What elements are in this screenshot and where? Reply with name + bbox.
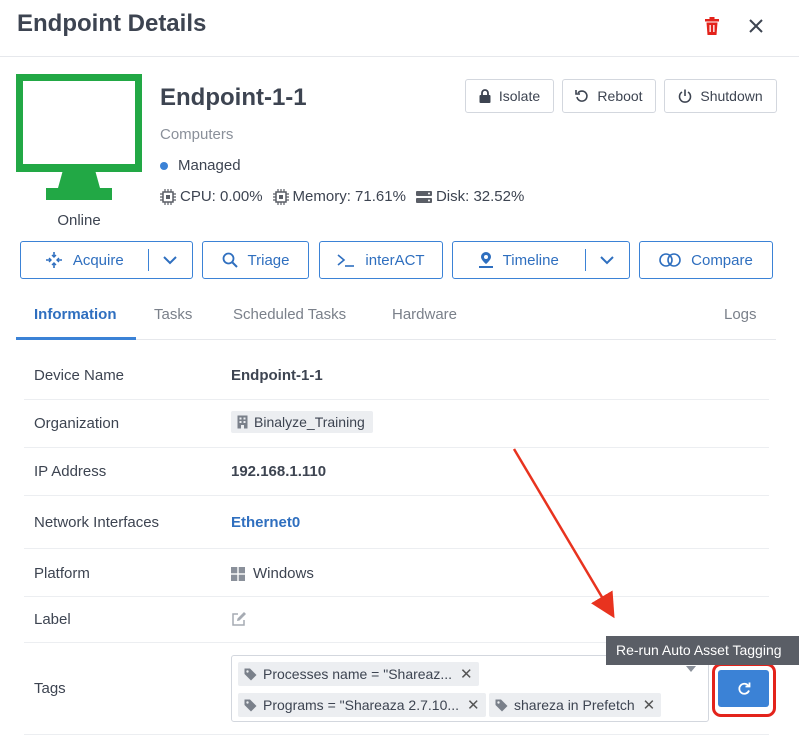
ip-address-label: IP Address	[34, 463, 107, 480]
info-row-organization: Organization Binalyze_Training	[24, 400, 769, 448]
tag-chip: Processes name = "Shareaz... ✕	[238, 662, 479, 686]
cpu-icon	[160, 188, 176, 205]
tag-chip: Programs = "Shareaza 2.7.10... ✕	[238, 693, 486, 717]
remove-tag-close-icon[interactable]: ✕	[643, 696, 656, 714]
tab-bar: Information Tasks Scheduled Tasks Hardwa…	[16, 296, 776, 340]
tag-icon	[244, 699, 257, 711]
acquire-dropdown-chevron-down-icon[interactable]	[149, 242, 192, 278]
monitor-icon	[15, 73, 143, 202]
close-icon[interactable]	[742, 12, 770, 40]
remove-tag-close-icon[interactable]: ✕	[467, 696, 480, 714]
trash-icon[interactable]	[698, 12, 726, 40]
network-interface-link[interactable]: Ethernet0	[231, 514, 300, 531]
timeline-pin-icon	[478, 252, 493, 268]
interact-button[interactable]: interACT	[319, 241, 443, 279]
tags-select[interactable]: Processes name = "Shareaz... ✕ Programs …	[231, 655, 709, 722]
tags-label: Tags	[34, 680, 66, 697]
dialog-title: Endpoint Details	[17, 10, 207, 37]
reboot-icon	[575, 90, 589, 102]
label-label: Label	[34, 611, 71, 628]
acquire-button[interactable]: Acquire	[21, 242, 148, 278]
remove-tag-close-icon[interactable]: ✕	[460, 665, 473, 683]
tags-dropdown-caret-icon[interactable]	[686, 666, 696, 672]
disk-icon	[415, 190, 432, 203]
info-row-device-name: Device Name Endpoint-1-1	[24, 353, 769, 400]
network-interfaces-label: Network Interfaces	[34, 514, 160, 531]
info-row-platform: Platform Windows	[24, 549, 769, 597]
status-dot	[160, 161, 168, 170]
endpoint-name: Endpoint-1-1	[160, 84, 307, 111]
windows-icon	[231, 566, 245, 581]
device-name-label: Device Name	[34, 367, 125, 384]
tab-tasks[interactable]: Tasks	[154, 296, 192, 340]
ip-address-value: 192.168.1.110	[231, 463, 327, 480]
disk-stat: Disk: 32.52%	[415, 188, 524, 205]
tab-hardware[interactable]: Hardware	[392, 296, 457, 340]
tag-chip: shareza in Prefetch ✕	[489, 693, 662, 717]
cpu-stat: CPU: 0.00%	[160, 188, 263, 205]
compare-icon	[659, 253, 681, 267]
tab-scheduled-tasks[interactable]: Scheduled Tasks	[233, 296, 346, 340]
edit-icon	[232, 612, 246, 626]
search-icon	[222, 252, 238, 268]
info-row-network-interfaces: Network Interfaces Ethernet0	[24, 496, 769, 549]
timeline-button-group: Timeline	[452, 241, 630, 279]
managed-label: Managed	[178, 157, 241, 174]
memory-icon	[272, 188, 289, 205]
timeline-dropdown-chevron-down-icon[interactable]	[585, 242, 629, 278]
acquire-button-group: Acquire	[20, 241, 193, 279]
acquire-icon	[45, 252, 62, 268]
dialog-header: Endpoint Details	[0, 0, 799, 57]
rerun-auto-tagging-button[interactable]	[718, 670, 769, 707]
edit-label-button[interactable]	[231, 611, 247, 627]
lock-icon	[479, 89, 491, 103]
tab-logs[interactable]: Logs	[724, 296, 757, 340]
terminal-icon	[337, 254, 355, 267]
platform-value: Windows	[231, 565, 314, 582]
endpoint-status: Online	[57, 212, 101, 229]
tab-information[interactable]: Information	[16, 296, 136, 340]
reboot-button[interactable]: Reboot	[562, 79, 656, 113]
rerun-tooltip: Re-run Auto Asset Tagging	[606, 636, 799, 665]
organization-chip: Binalyze_Training	[231, 411, 373, 433]
isolate-button[interactable]: Isolate	[465, 79, 554, 113]
shutdown-button[interactable]: Shutdown	[664, 79, 777, 113]
managed-status: Managed	[160, 157, 241, 174]
triage-button[interactable]: Triage	[202, 241, 309, 279]
power-icon	[679, 89, 692, 103]
building-icon	[237, 415, 248, 429]
endpoint-type: Computers	[160, 126, 234, 143]
platform-label: Platform	[34, 565, 90, 582]
resource-stats: CPU: 0.00% Memory: 71.61% Disk: 32.52%	[160, 188, 530, 205]
tag-icon	[244, 668, 257, 680]
info-row-ip-address: IP Address 192.168.1.110	[24, 448, 769, 496]
memory-stat: Memory: 71.61%	[272, 188, 406, 205]
device-name-value: Endpoint-1-1	[231, 367, 323, 384]
organization-value: Binalyze_Training	[231, 411, 373, 433]
timeline-button[interactable]: Timeline	[453, 242, 585, 278]
refresh-icon	[737, 682, 750, 695]
organization-label: Organization	[34, 415, 120, 432]
tag-icon	[495, 699, 508, 711]
compare-button[interactable]: Compare	[639, 241, 773, 279]
